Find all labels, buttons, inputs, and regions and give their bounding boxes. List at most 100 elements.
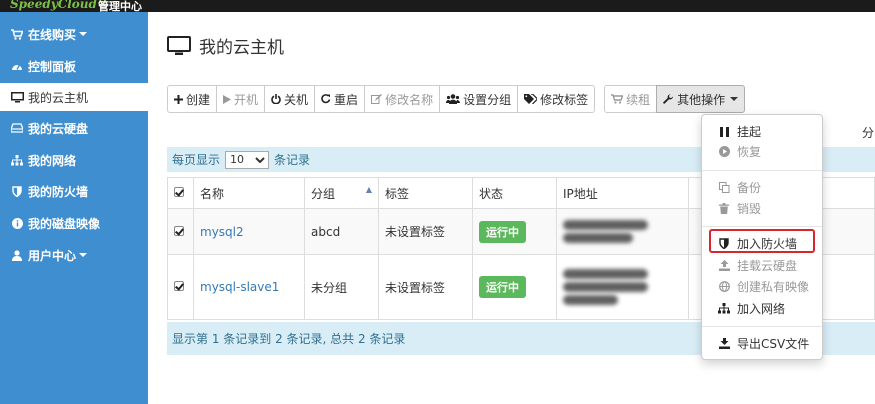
network-icon [717, 303, 731, 314]
set-group-button[interactable]: 设置分组 [439, 85, 519, 113]
refresh-icon [321, 94, 331, 104]
sidebar-item-my-disk-images[interactable]: 我的磁盘映像 [0, 209, 148, 237]
edit-icon [371, 94, 383, 104]
rename-button[interactable]: 修改名称 [364, 85, 441, 113]
sidebar-item-my-firewall[interactable]: 我的防火墙 [0, 177, 148, 205]
sidebar-item-dashboard[interactable]: 控制面板 [0, 52, 148, 80]
host-name-link[interactable]: mysql2 [200, 225, 244, 239]
sort-asc-icon: ▲ [365, 184, 372, 194]
start-button[interactable]: 开机 [216, 85, 266, 113]
cart-icon [10, 28, 24, 40]
power-icon [271, 94, 281, 104]
page-title: 我的云主机 [167, 33, 284, 58]
page-size-select[interactable]: 10 [225, 150, 270, 169]
ip-cell [556, 208, 689, 255]
sidebar: 在线购买 控制面板 我的云主机 我的云硬盘 我的网络 我的防火墙 我的磁盘映像 … [0, 12, 148, 404]
status-cell: 运行中 [472, 254, 557, 320]
chevron-down-icon [79, 253, 88, 257]
menu-item-destroy[interactable]: 销毁 [717, 200, 761, 217]
ip-cell [556, 254, 689, 320]
pause-icon [717, 126, 731, 137]
shield-icon [10, 185, 24, 197]
sidebar-item-my-cloud-disks[interactable]: 我的云硬盘 [0, 114, 148, 142]
restart-button[interactable]: 重启 [314, 85, 366, 113]
shutdown-button[interactable]: 关机 [264, 85, 316, 113]
page-title-text: 我的云主机 [199, 38, 284, 58]
info-icon [10, 217, 24, 229]
group-cell: 未分组 [304, 254, 379, 320]
menu-item-backup[interactable]: 备份 [717, 179, 761, 196]
brand-logo[interactable]: SpeedyCloud® [10, 0, 109, 11]
sidebar-item-online-purchase[interactable]: 在线购买 [0, 20, 148, 48]
host-name-cell: mysql2 [193, 208, 305, 255]
tags-cell: 未设置标签 [378, 208, 473, 255]
menu-item-join-network[interactable]: 加入网络 [717, 300, 785, 317]
menu-item-suspend[interactable]: 挂起 [717, 123, 761, 140]
menu-item-attach-disk[interactable]: 挂载云硬盘 [717, 257, 797, 274]
records-summary: 显示第 1 条记录到 2 条记录, 总共 2 条记录 [172, 332, 406, 346]
edit-tags-button[interactable]: 修改标签 [517, 85, 596, 113]
menu-item-export-csv[interactable]: 导出CSV文件 [717, 335, 809, 352]
play-icon [223, 94, 232, 104]
column-header-tags[interactable]: 标签 [378, 177, 473, 209]
status-badge: 运行中 [479, 220, 526, 243]
tags-icon [524, 94, 538, 104]
copy-icon [717, 182, 731, 193]
action-toolbar: 创建 开机 关机 重启 修改名称 设置分组 修改标签 续租 其他操作 [167, 85, 746, 113]
sidebar-item-label: 我的磁盘映像 [28, 216, 101, 231]
sidebar-item-my-cloud-hosts[interactable]: 我的云主机 [0, 83, 148, 111]
sidebar-item-my-network[interactable]: 我的网络 [0, 146, 148, 174]
status-cell: 运行中 [472, 208, 557, 255]
group-cell: abcd [304, 208, 379, 255]
network-icon [10, 154, 24, 166]
tags-cell: 未设置标签 [378, 254, 473, 320]
row-checkbox-cell [167, 254, 194, 320]
redacted-ip [563, 282, 648, 292]
monitor-icon [167, 35, 191, 56]
redacted-ip [563, 233, 633, 243]
sidebar-item-label: 我的网络 [28, 153, 77, 168]
host-name-cell: mysql-slave1 [193, 254, 305, 320]
download-icon [717, 338, 731, 349]
monitor-icon [10, 91, 24, 103]
chevron-down-icon [79, 32, 88, 36]
column-header-group[interactable]: 分组 ▲ [304, 177, 379, 209]
cart-icon [611, 94, 624, 104]
row-checkbox[interactable] [174, 281, 184, 291]
row-checkbox[interactable] [174, 225, 184, 236]
select-all-header [167, 177, 194, 209]
plus-icon [174, 94, 183, 104]
chevron-down-icon [730, 97, 739, 101]
menu-item-create-image[interactable]: 创建私有映像 [717, 278, 809, 295]
sidebar-item-label: 在线购买 [28, 27, 77, 42]
dashboard-icon [10, 61, 24, 71]
partial-label: 分 [862, 126, 875, 140]
upload-icon [717, 260, 731, 271]
page-size-prefix: 每页显示 [172, 153, 221, 167]
trash-icon [717, 203, 731, 214]
user-icon [10, 249, 24, 261]
users-icon [446, 94, 461, 104]
menu-item-resume[interactable]: 恢复 [717, 143, 761, 160]
renew-button[interactable]: 续租 [604, 85, 658, 113]
sidebar-item-label: 我的云硬盘 [28, 121, 89, 136]
column-header-name[interactable]: 名称 [193, 177, 305, 209]
highlight-box [709, 229, 815, 253]
sidebar-item-label: 我的防火墙 [28, 184, 89, 199]
page-size-suffix: 条记录 [274, 153, 311, 167]
redacted-ip [563, 269, 648, 279]
hdd-icon [10, 123, 24, 133]
sidebar-item-label: 控制面板 [28, 59, 77, 74]
column-header-ip[interactable]: IP地址 [556, 177, 689, 209]
sidebar-item-user-center[interactable]: 用户中心 [0, 241, 148, 269]
globe-icon [717, 281, 731, 292]
host-name-link[interactable]: mysql-slave1 [200, 280, 279, 294]
more-actions-button[interactable]: 其他操作 [656, 85, 746, 113]
play-circle-icon [717, 146, 731, 157]
create-button[interactable]: 创建 [167, 85, 218, 113]
column-header-status[interactable]: 状态 [472, 177, 557, 209]
select-all-checkbox[interactable] [174, 187, 184, 197]
sidebar-item-label: 我的云主机 [28, 90, 89, 105]
status-badge: 运行中 [479, 276, 526, 298]
wrench-icon [663, 93, 674, 105]
